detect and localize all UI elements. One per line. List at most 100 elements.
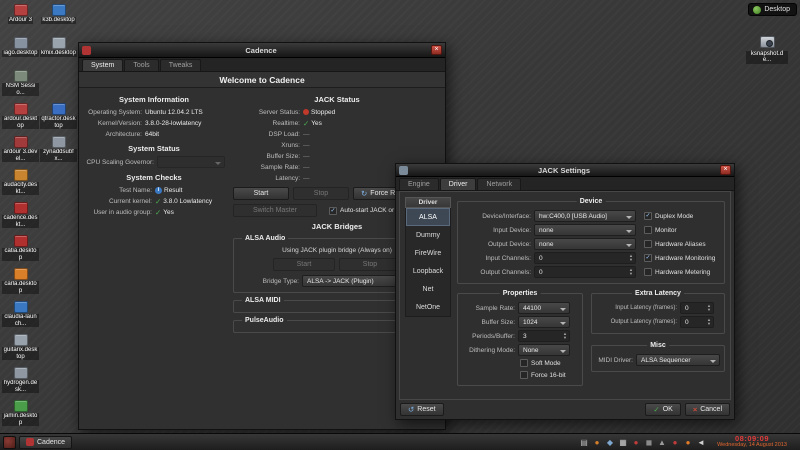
tray-icon[interactable]: ◄ <box>696 437 706 448</box>
tab-driver[interactable]: Driver <box>440 178 477 190</box>
taskbar-item-cadence[interactable]: Cadence <box>19 436 72 449</box>
output-device-dropdown[interactable]: none <box>534 238 636 250</box>
desktop-icon[interactable]: carla.desktop <box>2 268 39 301</box>
desktop-icon[interactable]: kmix.desktop <box>40 37 77 70</box>
clock-widget[interactable]: 08:09:09 Wednesday, 14 August 2013 <box>709 435 797 449</box>
driver-item-loopback[interactable]: Loopback <box>406 262 450 280</box>
output-channels-spinbox[interactable]: 0 <box>534 266 636 278</box>
driver-settings-panel: Device Device/Interface: hw:C400,0 [USB … <box>457 194 725 397</box>
cadence-titlebar[interactable]: Cadence × <box>79 43 445 58</box>
duplex-mode-checkbox[interactable]: ✓ Duplex Mode <box>644 212 693 220</box>
tray-icon[interactable]: ● <box>631 437 641 448</box>
desktop-icon[interactable]: claudia-launch... <box>2 301 39 334</box>
reset-button[interactable]: ↺ Reset <box>400 403 444 416</box>
input-latency-spinbox[interactable]: 0 <box>680 302 714 314</box>
tab-tweaks[interactable]: Tweaks <box>160 59 202 71</box>
desktop-icon[interactable]: k3b.desktop <box>40 4 77 37</box>
jack-settings-titlebar[interactable]: JACK Settings × <box>396 164 734 177</box>
sample-rate-dropdown[interactable]: 44100 <box>518 302 570 314</box>
checkbox-box <box>644 268 652 276</box>
hardware-monitoring-checkbox[interactable]: ✓ Hardware Monitoring <box>644 254 715 262</box>
tray-icon[interactable]: ● <box>670 437 680 448</box>
jack-stop-button[interactable]: Stop <box>293 187 349 200</box>
soft-mode-checkbox[interactable]: Soft Mode <box>520 359 561 367</box>
tray-icon[interactable]: ● <box>592 437 602 448</box>
ok-button[interactable]: ✓ OK <box>645 403 680 416</box>
input-latency-row: Input Latency (frames): 0 <box>596 301 720 315</box>
tab-engine[interactable]: Engine <box>399 178 439 190</box>
system-status-title: System Status <box>83 144 225 153</box>
output-latency-spinbox[interactable]: 0 <box>680 316 714 328</box>
checkbox-label: Monitor <box>655 227 677 234</box>
device-group: Device Device/Interface: hw:C400,0 [USB … <box>457 201 725 284</box>
jack-start-button[interactable]: Start <box>233 187 289 200</box>
tray-icon[interactable]: ◆ <box>605 437 615 448</box>
dithering-row: Dithering Mode: None <box>462 343 578 357</box>
cancel-button[interactable]: × Cancel <box>685 403 730 416</box>
desktop-icon[interactable]: NSM Sessio... <box>2 70 39 103</box>
os-value: Ubuntu 12.04.2 LTS <box>145 109 203 116</box>
hardware-metering-checkbox[interactable]: Hardware Metering <box>644 268 710 276</box>
desktop-icon-label: ardour 3.devel... <box>2 149 39 162</box>
desktop-icon[interactable]: cadence.deskt... <box>2 202 39 235</box>
tray-icon[interactable]: ◼ <box>644 437 654 448</box>
desktop-icon[interactable]: catia.desktop <box>2 235 39 268</box>
alsa-audio-legend: ALSA Audio <box>242 235 288 243</box>
governor-label: CPU Scaling Governor: <box>83 159 157 166</box>
app-menu-button[interactable] <box>3 436 16 449</box>
desktop-icon[interactable]: audacity.deskt... <box>2 169 39 202</box>
desktop-icon[interactable]: hydrogen.desk... <box>2 367 39 400</box>
kernel-value: 3.8.0-28-lowlatency <box>145 120 201 127</box>
midi-driver-dropdown[interactable]: ALSA Sequencer <box>636 354 720 366</box>
input-device-dropdown[interactable]: none <box>534 224 636 236</box>
hardware-aliases-checkbox[interactable]: Hardware Aliases <box>644 240 706 248</box>
clock-date: Wednesday, 14 August 2013 <box>709 443 795 449</box>
alsa-start-button[interactable]: Start <box>273 258 335 271</box>
desktop-toolbox-button[interactable]: Desktop <box>748 3 797 16</box>
checkbox-box <box>644 240 652 248</box>
dithering-dropdown[interactable]: None <box>518 344 570 356</box>
driver-item-alsa[interactable]: ALSA <box>406 208 450 226</box>
sample-rate-label: Sample Rate: <box>233 164 303 171</box>
input-latency-label: Input Latency (frames): <box>596 305 680 311</box>
input-channels-row: Input Channels: 0 ✓ Hardware Monitoring <box>462 251 720 265</box>
driver-item-netone[interactable]: NetOne <box>406 298 450 316</box>
alsa-stop-button[interactable]: Stop <box>339 258 401 271</box>
tray-icon[interactable]: ▲ <box>657 437 667 448</box>
desktop-icon[interactable]: guitarix.desktop <box>2 334 39 367</box>
driver-item-firewire[interactable]: FireWire <box>406 244 450 262</box>
desktop-icon[interactable]: iago.desktop <box>2 37 39 70</box>
tray-icon[interactable]: ▦ <box>618 437 628 448</box>
buffer-size-dropdown[interactable]: 1024 <box>518 316 570 328</box>
realtime-value: ✓ Yes <box>303 120 322 127</box>
force-16bit-checkbox[interactable]: Force 16-bit <box>520 371 566 379</box>
desktop-icon[interactable]: ardour 3.devel... <box>2 136 39 169</box>
desktop-icon[interactable]: zynaddsubfx... <box>40 136 77 169</box>
desktop-icon-ksnapshot[interactable]: ksnapshot.de... <box>746 36 788 66</box>
tray-icon[interactable]: ▤ <box>579 437 589 448</box>
tab-system[interactable]: System <box>82 59 123 71</box>
desktop-icon[interactable]: qtractor.desktop <box>40 103 77 136</box>
tab-network[interactable]: Network <box>477 178 521 190</box>
monitor-checkbox[interactable]: Monitor <box>644 226 677 234</box>
latency-value: — <box>303 175 310 182</box>
driver-item-dummy[interactable]: Dummy <box>406 226 450 244</box>
file-icon <box>14 103 28 115</box>
driver-item-net[interactable]: Net <box>406 280 450 298</box>
desktop-icon[interactable]: jamin.desktop <box>2 400 39 433</box>
desktop-icon[interactable]: Ardour 3 <box>2 4 39 37</box>
switch-master-button[interactable]: Switch Master <box>233 204 317 217</box>
file-icon <box>14 235 28 247</box>
tray-icon[interactable]: ● <box>683 437 693 448</box>
device-interface-dropdown[interactable]: hw:C400,0 [USB Audio] <box>534 210 636 222</box>
input-channels-spinbox[interactable]: 0 <box>534 252 636 264</box>
governor-dropdown[interactable] <box>157 156 225 168</box>
check-icon: ✓ <box>155 198 161 205</box>
close-icon[interactable]: × <box>720 165 731 175</box>
tab-tools[interactable]: Tools <box>124 59 158 71</box>
current-kernel-label: Current kernel: <box>83 198 155 205</box>
close-icon[interactable]: × <box>431 45 442 55</box>
periods-spinbox[interactable]: 3 <box>518 330 570 342</box>
os-row: Operating System: Ubuntu 12.04.2 LTS <box>83 107 225 117</box>
desktop-icon[interactable]: ardour.desktop <box>2 103 39 136</box>
